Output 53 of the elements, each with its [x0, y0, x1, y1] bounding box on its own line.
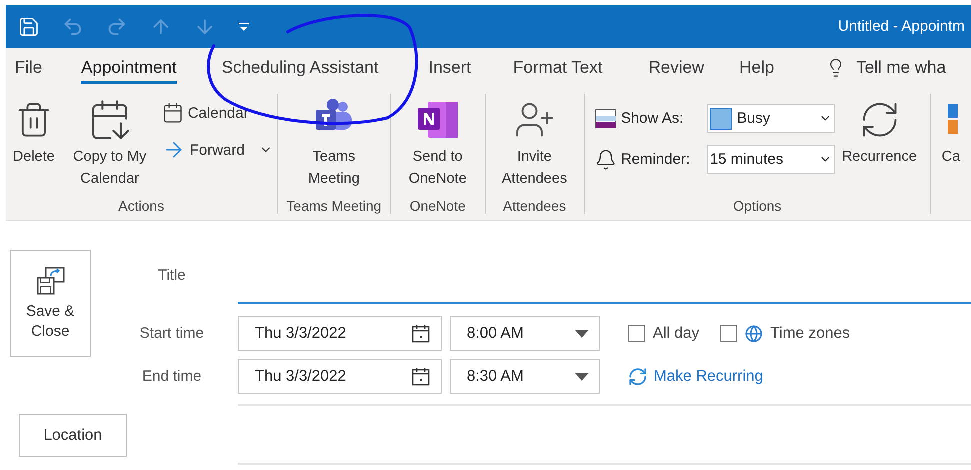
field-label: Start time [138, 325, 206, 342]
group-label: Options [733, 198, 782, 214]
group-label: Actions [118, 198, 164, 214]
caret-icon [575, 372, 589, 380]
group-label: Attendees [503, 198, 566, 214]
field-label: Reminder: [621, 151, 692, 168]
ribbon-tab[interactable]: Format Text [513, 52, 603, 84]
make-recurring-link[interactable]: Make Recurring [628, 366, 764, 386]
checkbox[interactable]: Time zones [720, 324, 850, 342]
date-field[interactable]: Thu 3/3/2022 [238, 316, 442, 351]
redo-icon[interactable] [106, 16, 128, 38]
ribbon-button[interactable]: Teams Meeting [286, 94, 382, 190]
ribbon-button[interactable]: Invite Attendees [486, 94, 583, 190]
save-icon[interactable] [18, 16, 40, 38]
status-icon [595, 108, 618, 130]
date-field[interactable]: Thu 3/3/2022 [238, 359, 442, 394]
customize-toolbar-icon[interactable] [238, 20, 250, 32]
group-label: Teams Meeting [286, 198, 382, 214]
ribbon-button[interactable]: Recurrence [839, 94, 920, 168]
field-label: End time [141, 368, 203, 385]
location-button[interactable]: Location [19, 414, 127, 457]
save-icon [36, 266, 66, 296]
calendar-icon [162, 102, 184, 124]
time-field[interactable]: 8:30 AM [450, 359, 600, 394]
caret-icon [575, 330, 589, 338]
ribbon-tab[interactable]: Insert [428, 52, 472, 84]
ribbon-button[interactable]: Delete [10, 94, 58, 168]
ribbon-button[interactable]: Calendar [162, 102, 273, 124]
ribbon-button[interactable]: Copy to My Calendar [62, 94, 158, 190]
ribbon-tab[interactable]: File [15, 52, 42, 84]
calendar-icon [411, 366, 431, 386]
calendar-icon [411, 324, 431, 344]
ribbon-button[interactable]: Ca [938, 94, 964, 168]
window-title: Untitled - Appointm [838, 18, 965, 35]
ribbon-tab[interactable]: Appointment [81, 52, 177, 84]
ribbon-tab[interactable]: Help [739, 52, 774, 84]
field-label: Show As: [621, 110, 685, 127]
ribbon-button[interactable]: Forward [162, 138, 273, 162]
dropdown-field[interactable]: 15 minutes [707, 145, 836, 174]
ribbon-button[interactable]: Send to OneNote [391, 94, 485, 190]
time-field[interactable]: 8:00 AM [450, 316, 600, 351]
checkbox[interactable]: All day [628, 324, 700, 342]
save-close-button[interactable]: Save & Close [10, 250, 91, 357]
group-label: OneNote [410, 198, 466, 214]
tell-me-field[interactable]: Tell me wha [856, 58, 946, 78]
ribbon-tab[interactable]: Review [648, 52, 704, 84]
ribbon-tab[interactable]: Scheduling Assistant [222, 52, 379, 84]
globe-icon [744, 324, 763, 342]
bell-icon [595, 148, 618, 170]
dropdown-field[interactable]: Busy [707, 104, 836, 133]
recurrence-icon [628, 366, 648, 386]
field-label: Title [157, 266, 187, 284]
undo-icon[interactable] [62, 16, 84, 38]
